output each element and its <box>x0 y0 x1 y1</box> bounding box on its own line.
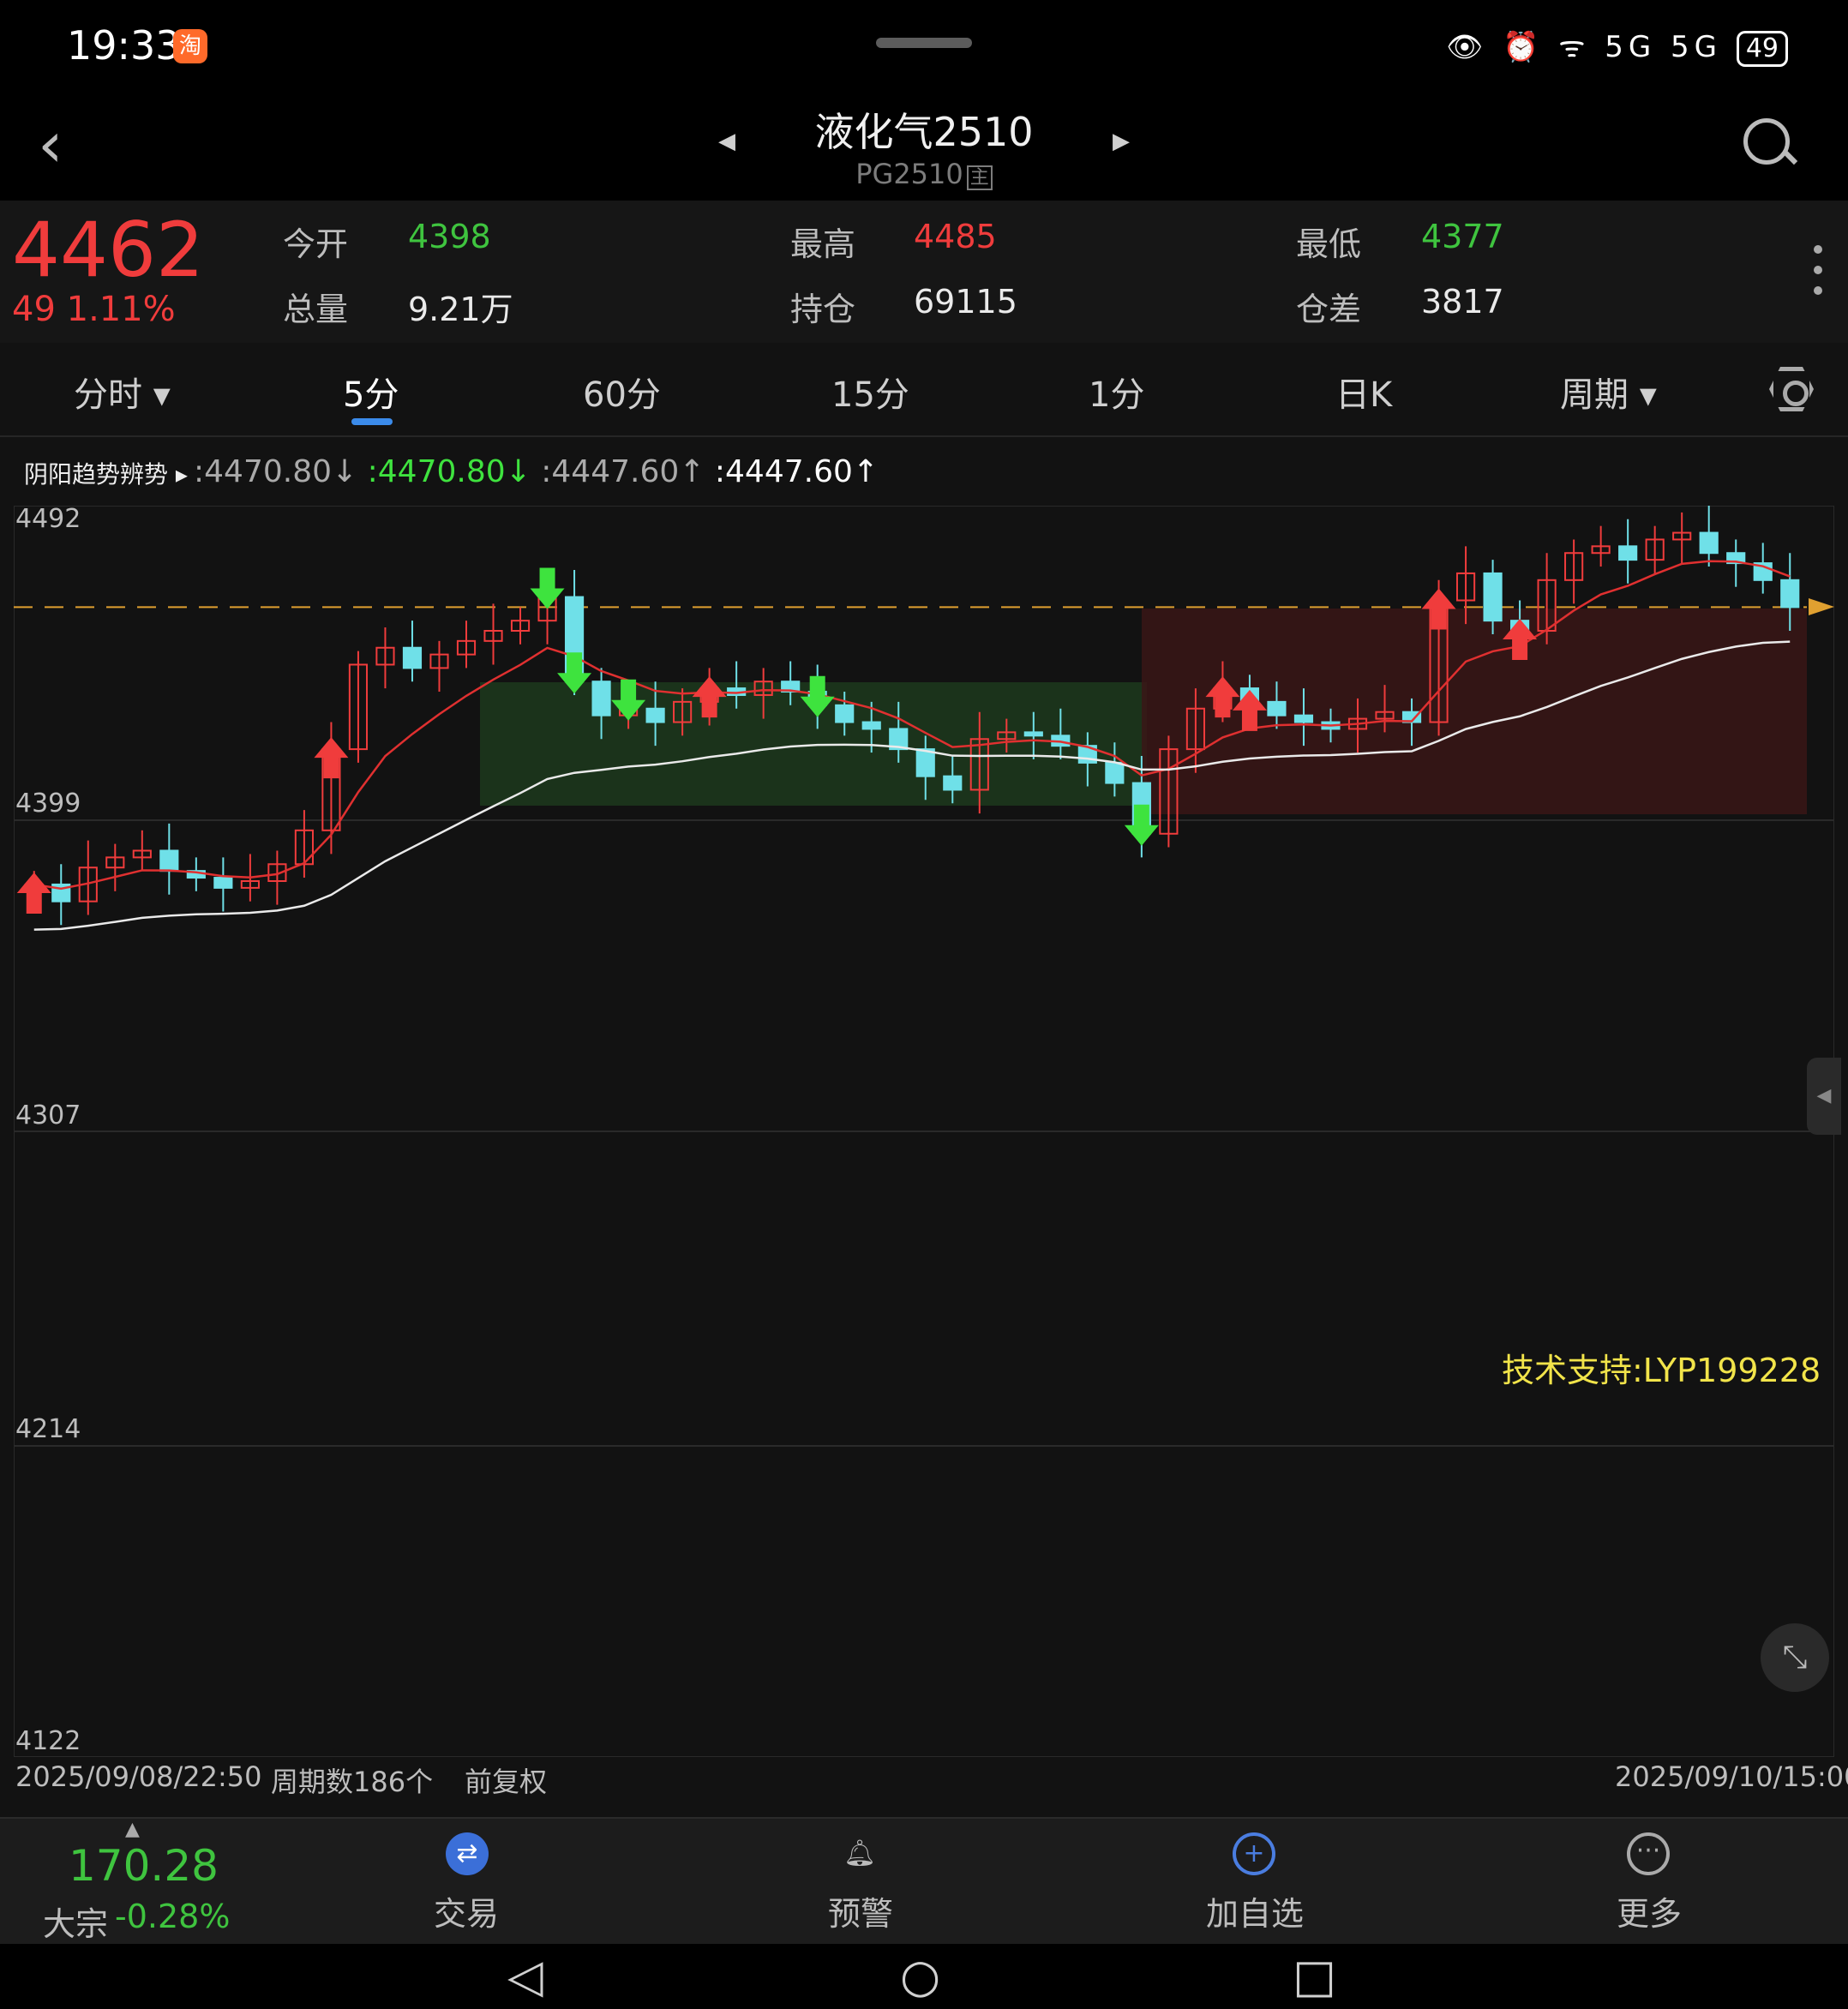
add-watchlist-button[interactable]: 加自选 <box>1169 1887 1341 1934</box>
open-interest-label: 持仓 <box>790 291 856 328</box>
candle-body <box>402 646 423 669</box>
y-label-4214: 4214 <box>15 1414 81 1444</box>
side-panel-handle-icon[interactable]: ◀ <box>1807 1058 1841 1135</box>
tab-5min[interactable]: 5分 <box>343 367 399 417</box>
oi-diff-label: 仓差 <box>1296 291 1362 328</box>
oi-diff-value: 3817 <box>1421 283 1504 321</box>
candle-body <box>645 707 665 723</box>
candle-body <box>915 748 935 777</box>
low-label: 最低 <box>1296 225 1362 263</box>
status-icons: 👁 ⏰ ᯤ 5G 5G 49 <box>1446 26 1788 67</box>
back-icon[interactable]: ‹ <box>38 113 98 177</box>
period-count: 周期数186个 <box>271 1766 434 1798</box>
system-recents-icon[interactable]: □ <box>1293 1949 1336 2003</box>
indicator-value-3: :4447.60↑ <box>541 454 705 489</box>
status-indicators: 👁 ⏰ ᯤ 5G 5G <box>1446 30 1722 64</box>
low-value: 4377 <box>1421 218 1504 255</box>
open-value: 4398 <box>408 218 491 255</box>
volume-label: 总量 <box>283 291 349 328</box>
prev-contract-arrow-icon[interactable]: ◀ <box>718 129 735 154</box>
contract-code: PG2510 主 <box>753 158 1095 190</box>
alert-button[interactable]: 预警 <box>775 1887 946 1934</box>
more-horizontal-icon[interactable]: ··· <box>1627 1832 1670 1875</box>
high-value: 4485 <box>914 218 997 255</box>
price-change: 49 1.11% <box>12 290 176 329</box>
candle-body <box>1293 714 1314 723</box>
bell-icon[interactable]: 🔔︎ <box>838 1832 881 1875</box>
active-tab-indicator <box>351 418 393 425</box>
system-back-icon[interactable]: ◁ <box>507 1949 543 2003</box>
watermark-text: 技术支持:LYP199228 <box>1502 1352 1821 1389</box>
last-price: 4462 <box>12 206 204 294</box>
y-label-4122: 4122 <box>15 1726 81 1756</box>
index-change: -0.28% <box>115 1898 231 1935</box>
high-label: 最高 <box>790 225 856 263</box>
candle-body <box>861 721 881 730</box>
tab-period[interactable]: 周期 ▾ <box>1560 367 1657 417</box>
fullscreen-expand-icon[interactable]: ⤡ <box>1761 1623 1829 1692</box>
indicator-value-4: :4447.60↑ <box>714 454 879 489</box>
open-label: 今开 <box>283 225 349 263</box>
status-time: 19:33 <box>67 22 181 69</box>
trade-icon[interactable]: ⇄ <box>446 1832 489 1875</box>
candle-body <box>1483 572 1503 622</box>
candle-body <box>213 877 233 889</box>
candle-body <box>1105 761 1125 784</box>
y-label-4399: 4399 <box>15 789 81 819</box>
volume-value: 9.21万 <box>408 291 513 328</box>
next-contract-arrow-icon[interactable]: ▶ <box>1113 129 1130 154</box>
main-contract-badge: 主 <box>966 165 993 190</box>
caret-up-icon: ▲ <box>125 1819 140 1840</box>
tab-intraday[interactable]: 分时 ▾ <box>74 367 171 417</box>
trade-button[interactable]: 交易 <box>381 1887 552 1934</box>
candlestick-chart[interactable] <box>14 506 1834 1757</box>
breakout-zone <box>1142 609 1807 814</box>
y-label-4492: 4492 <box>15 504 81 534</box>
contract-title: 液化气2510 <box>814 109 1034 155</box>
pull-handle[interactable] <box>876 38 972 48</box>
candle-body <box>1618 545 1638 561</box>
chart-end-date: 2025/09/10/15:00 <box>1615 1760 1848 1793</box>
index-price[interactable]: 170.28 <box>69 1841 219 1891</box>
more-vertical-icon[interactable] <box>1814 245 1822 307</box>
candle-body <box>159 849 179 873</box>
open-interest-value: 69115 <box>914 283 1017 321</box>
candle-body <box>943 775 963 791</box>
add-circle-icon[interactable]: + <box>1233 1832 1275 1875</box>
candle-body <box>835 704 855 723</box>
tab-60min[interactable]: 60分 <box>583 367 661 417</box>
candle-body <box>1699 531 1719 555</box>
tab-15min[interactable]: 15分 <box>831 367 909 417</box>
price-adjust-mode[interactable]: 前复权 <box>465 1760 547 1800</box>
candle-body <box>1780 579 1800 609</box>
y-label-4307: 4307 <box>15 1100 81 1130</box>
system-home-icon[interactable]: ○ <box>900 1949 940 2003</box>
tab-daily[interactable]: 日K <box>1335 367 1392 417</box>
indicator-value-1: :4470.80↓ <box>194 454 358 489</box>
indicator-name[interactable]: 阴阳趋势辨势 ▸ <box>24 456 188 490</box>
indicator-values: :4470.80↓ :4470.80↓ :4447.60↑ :4447.60↑ <box>194 454 879 489</box>
more-button[interactable]: 更多 <box>1563 1887 1735 1934</box>
candle-body <box>1023 731 1043 737</box>
tab-1min[interactable]: 1分 <box>1089 367 1144 417</box>
contract-code-text: PG2510 <box>855 158 963 190</box>
indicator-value-2: :4470.80↓ <box>367 454 531 489</box>
taobao-icon: 淘 <box>173 29 207 63</box>
chart-start-date: 2025/09/08/22:50 <box>15 1760 262 1793</box>
index-name: 大宗 <box>43 1905 109 1943</box>
battery-icon: 49 <box>1736 31 1788 67</box>
search-icon[interactable] <box>1743 118 1790 165</box>
candle-body <box>1267 700 1287 717</box>
candle-body <box>591 681 611 717</box>
settings-icon-center <box>1783 381 1809 406</box>
